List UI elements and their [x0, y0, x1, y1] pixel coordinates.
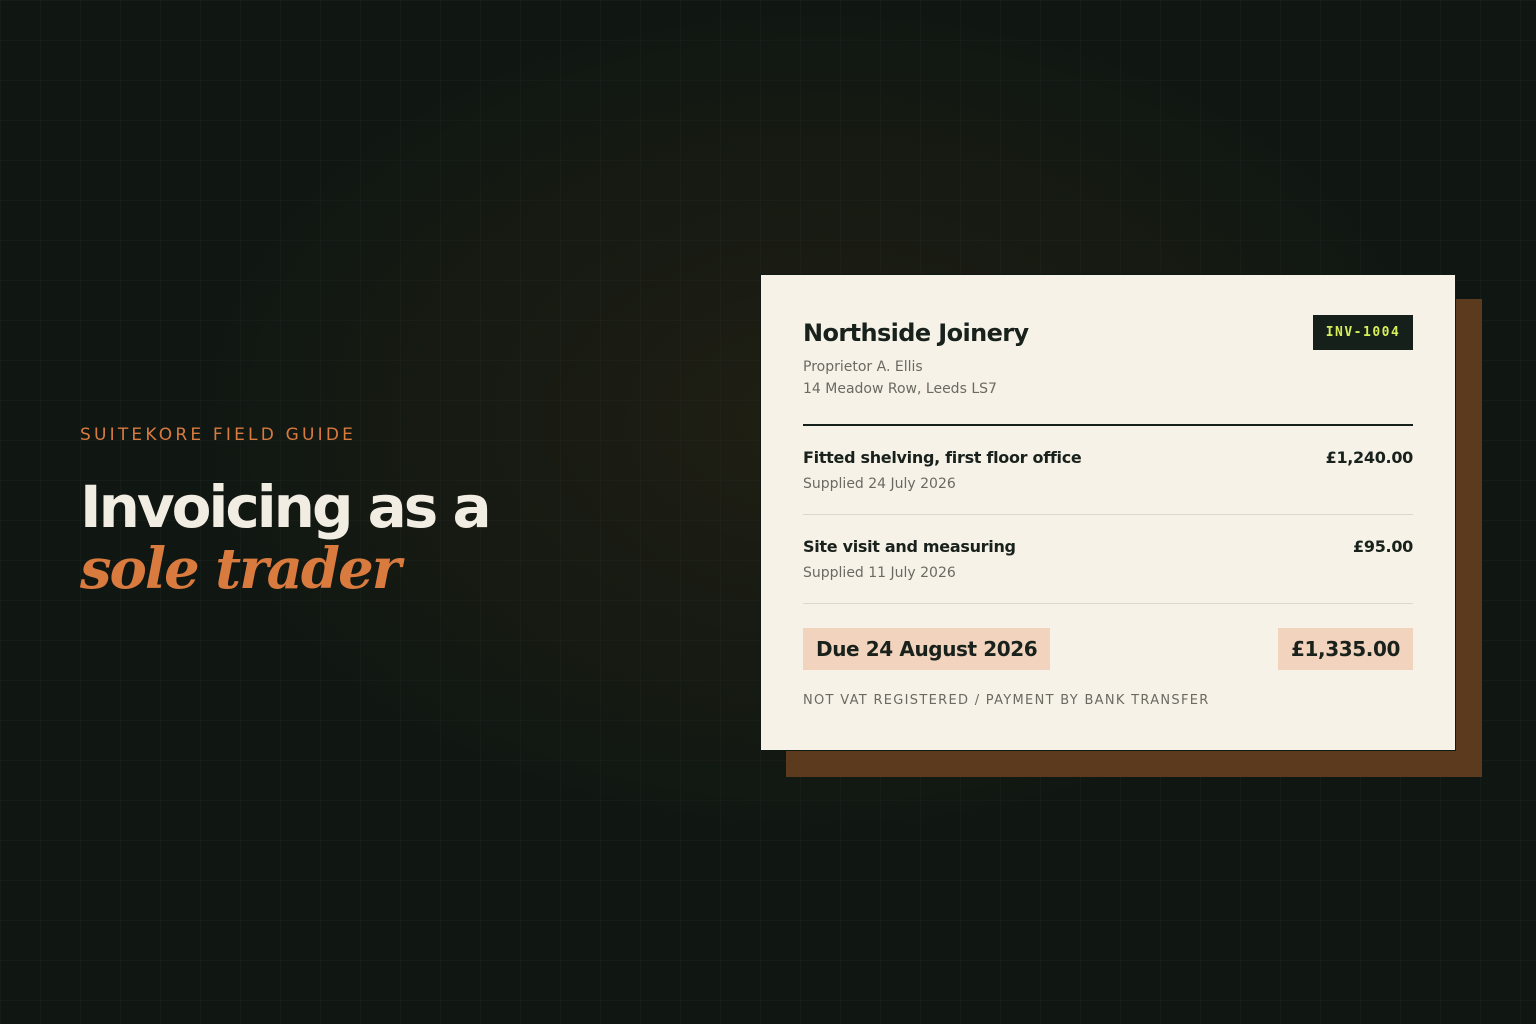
proprietor-name: Proprietor A. Ellis	[803, 359, 923, 375]
line-item-amount: £95.00	[1353, 537, 1413, 556]
headline-line-2: sole trader	[80, 536, 401, 602]
total-amount-badge: £1,335.00	[1277, 628, 1413, 670]
hero-section: SUITEKORE FIELD GUIDE Invoicing as a sol…	[80, 424, 640, 600]
line-item-description: Site visit and measuring	[803, 537, 1016, 556]
invoice-header: Northside Joinery Proprietor A. Ellis 14…	[803, 275, 1413, 426]
line-item-amount: £1,240.00	[1325, 448, 1414, 467]
line-item: Fitted shelving, first floor office Supp…	[803, 426, 1413, 515]
invoice-number-badge: INV-1004	[1313, 315, 1413, 350]
line-item-description: Fitted shelving, first floor office	[803, 448, 1082, 467]
headline-line-1: Invoicing as a	[80, 473, 492, 541]
business-name: Northside Joinery	[803, 319, 1029, 347]
due-date-badge: Due 24 August 2026	[803, 628, 1051, 670]
page-title: Invoicing as a sole trader	[80, 476, 640, 600]
line-item-supplied-date: Supplied 11 July 2026	[803, 565, 956, 581]
invoice-footnote: NOT VAT REGISTERED / PAYMENT BY BANK TRA…	[803, 693, 1210, 708]
business-address: 14 Meadow Row, Leeds LS7	[803, 381, 997, 397]
invoice-totals: Due 24 August 2026 £1,335.00	[803, 604, 1413, 694]
invoice-card: Northside Joinery Proprietor A. Ellis 14…	[760, 274, 1456, 751]
line-item-supplied-date: Supplied 24 July 2026	[803, 476, 956, 492]
eyebrow-label: SUITEKORE FIELD GUIDE	[80, 425, 357, 445]
line-item: Site visit and measuring Supplied 11 Jul…	[803, 515, 1413, 604]
